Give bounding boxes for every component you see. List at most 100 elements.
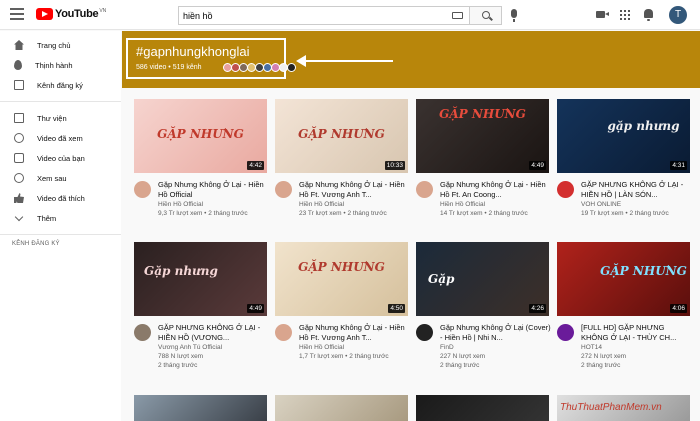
search-input[interactable]: [179, 10, 439, 21]
thumbnail-art-text: gặp nhưng: [607, 119, 680, 133]
menu-icon[interactable]: [10, 8, 24, 22]
video-age: 2 tháng trước: [440, 362, 480, 369]
channel-avatar[interactable]: [557, 181, 574, 198]
home-icon: [14, 40, 24, 50]
youtube-logo[interactable]: YouTube VN: [36, 8, 106, 20]
keyboard-icon[interactable]: [452, 12, 463, 19]
video-thumbnail[interactable]: gặp nhưng 4:31: [557, 99, 690, 173]
sidebar-item-home[interactable]: Trang chủ: [0, 35, 121, 55]
your-videos-icon: [14, 153, 24, 163]
video-title[interactable]: GẶP NHƯNG KHÔNG Ở LẠI - HIỀN HỒ | LÀN SÓ…: [581, 180, 693, 200]
sidebar-item-history[interactable]: Video đã xem: [0, 128, 121, 148]
thumbnail-art-text: Gặp nhưng: [144, 264, 218, 278]
video-channel[interactable]: Vương Anh Tú Official: [158, 344, 222, 351]
annotation-arrow-icon: [296, 55, 393, 67]
video-thumbnail[interactable]: Gặp 4:26: [416, 242, 549, 316]
video-stats: 19 Tr lượt xem • 2 tháng trước: [581, 210, 669, 217]
hashtag-stats: 586 video • 519 kênh: [136, 64, 202, 71]
channel-avatar[interactable]: [416, 181, 433, 198]
sidebar-item-label: Video đã xem: [37, 133, 83, 143]
history-icon: [14, 133, 24, 143]
video-channel[interactable]: HOT14: [581, 344, 602, 351]
video-channel[interactable]: Hiền Hồ Official: [299, 344, 344, 351]
divider: [0, 234, 121, 235]
apps-grid-icon[interactable]: [620, 10, 630, 20]
video-duration: 4:31: [670, 161, 687, 170]
video-title[interactable]: GẶP NHƯNG KHÔNG Ở LẠI - HIỀN HỒ (VƯƠNG..…: [158, 323, 270, 343]
youtube-play-icon: [36, 8, 53, 20]
sidebar-item-label: Xem sau: [37, 173, 67, 183]
video-stats: 1,7 Tr lượt xem • 2 tháng trước: [299, 353, 389, 360]
channel-avatar[interactable]: [275, 324, 292, 341]
video-meta: Gặp Nhưng Không Ở Lại - Hiền Hồ Ft. An C…: [416, 173, 549, 217]
channel-avatar[interactable]: [134, 324, 151, 341]
video-channel[interactable]: VOH ONLINE: [581, 201, 621, 208]
video-card: [416, 395, 549, 421]
microphone-icon[interactable]: [511, 9, 517, 22]
sidebar-item-trending[interactable]: Thịnh hành: [0, 55, 121, 75]
video-thumbnail[interactable]: GẶP NHƯNG 10:33: [275, 99, 408, 173]
video-channel[interactable]: Hiền Hồ Official: [299, 201, 344, 208]
video-channel[interactable]: FinD: [440, 344, 454, 351]
video-title[interactable]: Gặp Nhưng Không Ở Lại (Cover) - Hiền Hồ …: [440, 323, 552, 343]
subscriptions-icon: [14, 80, 24, 90]
video-meta: Gặp Nhưng Không Ở Lại - Hiền Hồ Ft. Vươn…: [275, 173, 408, 217]
video-card: [275, 395, 408, 421]
create-video-icon[interactable]: [596, 11, 609, 18]
video-duration: 4:06: [670, 304, 687, 313]
search-button[interactable]: [470, 6, 502, 25]
highlight-box: #gapnhungkhonglai 586 video • 519 kênh: [126, 38, 296, 79]
video-card: [134, 395, 267, 421]
channel-avatar[interactable]: [557, 324, 574, 341]
video-card: GẶP NHƯNG 10:33 Gặp Nhưng Không Ở Lại - …: [275, 99, 408, 217]
account-avatar[interactable]: T: [669, 6, 687, 24]
video-thumbnail[interactable]: GẶP NHƯNG 4:06: [557, 242, 690, 316]
video-thumbnail[interactable]: GẶP NHƯNG 4:50: [275, 242, 408, 316]
video-title[interactable]: [FULL HD] GẶP NHƯNG KHÔNG Ở LẠI - THÙY C…: [581, 323, 693, 343]
video-duration: 10:33: [384, 161, 405, 170]
channel-avatar[interactable]: [416, 324, 433, 341]
video-thumbnail[interactable]: [134, 395, 267, 421]
video-title[interactable]: Gặp Nhưng Không Ở Lại - Hiền Hồ Ft. Vươn…: [299, 323, 411, 343]
sidebar: Trang chủ Thịnh hành Kênh đăng ký Thư vi…: [0, 31, 121, 421]
sidebar-item-label: Thêm: [37, 213, 57, 223]
notifications-bell-icon[interactable]: [644, 9, 653, 21]
video-thumbnail[interactable]: [416, 395, 549, 421]
sidebar-item-label: Thịnh hành: [35, 60, 73, 70]
chevron-down-icon: [14, 212, 24, 221]
sidebar-item-subscriptions[interactable]: Kênh đăng ký: [0, 75, 121, 95]
video-title[interactable]: Gặp Nhưng Không Ở Lại - Hiền Hồ Ft. Vươn…: [299, 180, 411, 200]
sidebar-item-label: Video đã thích: [37, 193, 85, 203]
sidebar-item-more[interactable]: Thêm: [0, 208, 121, 228]
video-age: 2 tháng trước: [158, 362, 198, 369]
thumbnail-art-text: GẶP NHƯNG: [600, 264, 687, 278]
video-card: GẶP NHƯNG 4:42 Gặp Nhưng Không Ở Lại - H…: [134, 99, 267, 217]
video-title[interactable]: Gặp Nhưng Không Ở Lại - Hiền Hồ Ft. An C…: [440, 180, 552, 200]
sidebar-item-your-videos[interactable]: Video của bạn: [0, 148, 121, 168]
thumbnail-art-text: Gặp: [428, 272, 455, 286]
video-thumbnail[interactable]: GẶP NHƯNG 4:42: [134, 99, 267, 173]
video-duration: 4:42: [247, 161, 264, 170]
video-stats: 788 N lượt xem: [158, 353, 204, 360]
channel-avatar[interactable]: [134, 181, 151, 198]
video-channel[interactable]: Hiền Hồ Official: [440, 201, 485, 208]
video-thumbnail[interactable]: Gặp nhưng 4:49: [134, 242, 267, 316]
masthead: YouTube VN T: [0, 0, 700, 30]
video-title[interactable]: Gặp Nhưng Không Ở Lại - Hiền Hồ Official: [158, 180, 270, 200]
hashtag-title: #gapnhungkhonglai: [136, 44, 250, 59]
channel-avatars[interactable]: [223, 63, 296, 72]
video-thumbnail[interactable]: GẶP NHƯNG 4:49: [416, 99, 549, 173]
video-duration: 4:49: [529, 161, 546, 170]
logo-region: VN: [99, 8, 107, 14]
thumbnail-art-text: GẶP NHƯNG: [439, 107, 526, 121]
sidebar-item-liked[interactable]: Video đã thích: [0, 188, 121, 208]
video-channel[interactable]: Hiền Hồ Official: [158, 201, 203, 208]
channel-avatar[interactable]: [275, 181, 292, 198]
thumbnail-art-text: GẶP NHƯNG: [298, 260, 385, 274]
video-thumbnail[interactable]: [275, 395, 408, 421]
sidebar-item-label: Video của bạn: [37, 153, 85, 163]
video-card: GẶP NHƯNG 4:06 [FULL HD] GẶP NHƯNG KHÔNG…: [557, 242, 693, 369]
subscriptions-section-header: KÊNH ĐĂNG KÝ: [12, 241, 60, 247]
sidebar-item-library[interactable]: Thư viện: [0, 108, 121, 128]
sidebar-item-watch-later[interactable]: Xem sau: [0, 168, 121, 188]
